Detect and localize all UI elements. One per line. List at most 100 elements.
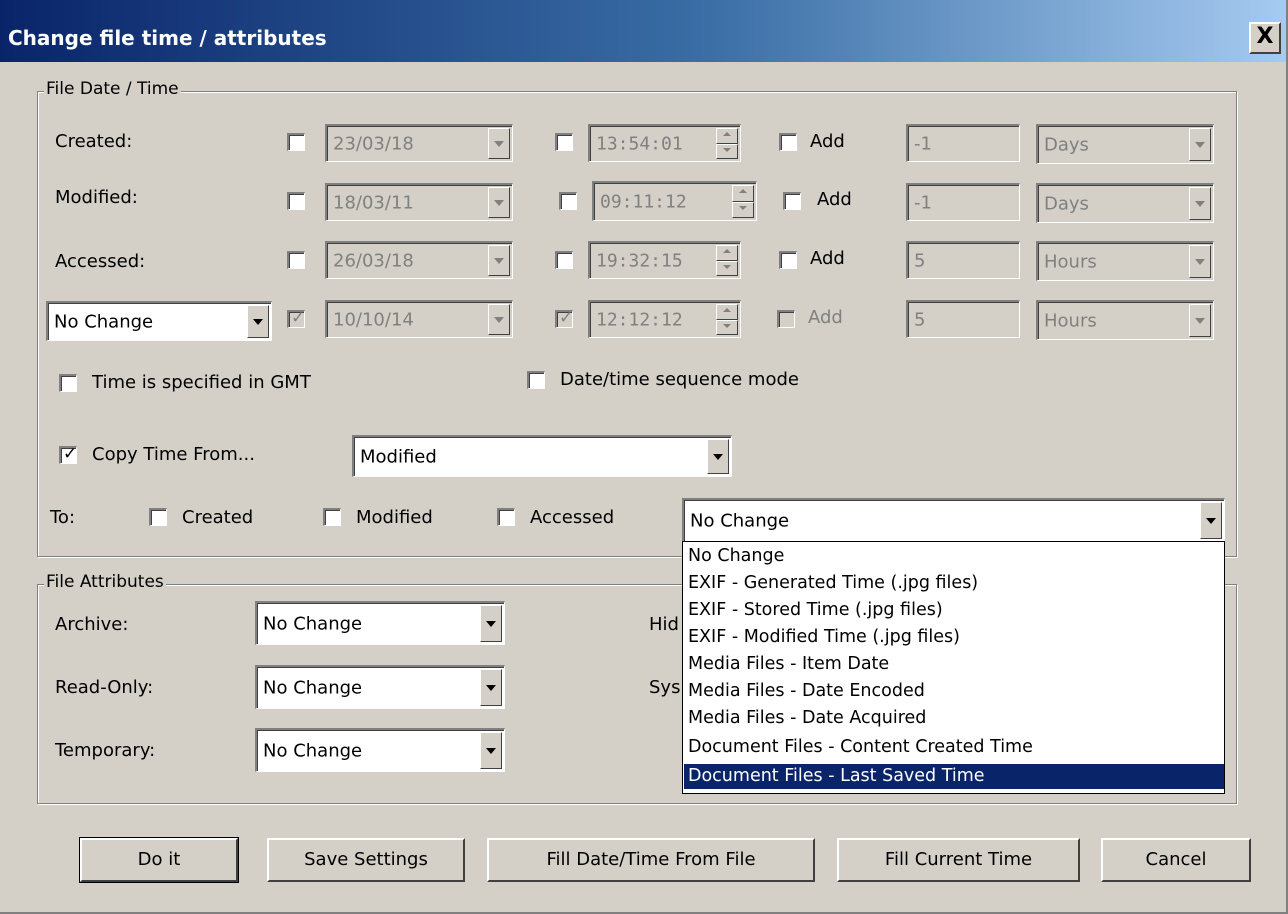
created-add-checkbox[interactable] [779,133,797,151]
extra-add-input[interactable]: 5 [906,300,1020,338]
sequence-mode-label: Date/time sequence mode [560,369,799,390]
to-created-label: Created [182,507,254,528]
chevron-down-icon [480,605,502,642]
modified-time-checkbox[interactable] [559,192,577,210]
accessed-date-checkbox[interactable] [287,251,305,269]
modified-label: Modified: [55,187,138,208]
chevron-down-icon [1200,502,1222,539]
spinner-icon [732,185,754,218]
time-source-dropdown-list: No Change EXIF - Generated Time (.jpg fi… [682,541,1225,794]
chevron-down-icon [1189,128,1211,161]
to-time-source-select[interactable]: No Change [682,498,1225,542]
accessed-unit-select[interactable]: Hours [1036,241,1214,281]
accessed-add-checkbox[interactable] [779,251,797,269]
chevron-down-icon [488,128,510,159]
temporary-select[interactable]: No Change [255,728,505,772]
chevron-down-icon [1189,304,1211,337]
gmt-checkbox[interactable] [59,374,77,392]
chevron-down-icon [488,187,510,218]
group-legend-attributes: File Attributes [44,572,166,592]
extra-date-picker[interactable]: 10/10/14 [325,300,513,338]
chevron-down-icon [488,304,510,335]
archive-select[interactable]: No Change [255,601,505,645]
dropdown-option[interactable]: Media Files - Date Encoded [684,679,1224,704]
copy-time-checkbox[interactable]: ✓ [59,444,77,464]
dropdown-option[interactable]: Media Files - Date Acquired [684,706,1224,731]
dropdown-option[interactable]: Document Files - Content Created Time [684,735,1224,760]
extra-add-checkbox[interactable] [777,310,795,328]
close-button[interactable]: X [1249,22,1281,54]
chevron-down-icon [707,439,729,474]
to-modified-checkbox[interactable] [323,508,341,526]
fill-from-file-label: Fill Date/Time From File [546,849,756,870]
accessed-label: Accessed: [55,251,146,272]
fill-current-time-button[interactable]: Fill Current Time [837,838,1080,882]
chevron-down-icon [1189,187,1211,220]
save-settings-label: Save Settings [304,849,428,870]
to-created-checkbox[interactable] [149,508,167,526]
fill-from-file-button[interactable]: Fill Date/Time From File [487,838,815,882]
to-accessed-checkbox[interactable] [497,508,515,526]
accessed-time-spinner[interactable]: 19:32:15 [588,241,741,279]
chevron-down-icon [1189,245,1211,278]
archive-label: Archive: [55,614,129,635]
readonly-label: Read-Only: [55,677,154,698]
sequence-mode-checkbox[interactable] [527,371,545,389]
modified-date-picker[interactable]: 18/03/11 [325,183,513,221]
dropdown-option[interactable]: EXIF - Modified Time (.jpg files) [684,625,1224,650]
spinner-icon [716,304,738,335]
accessed-time-checkbox[interactable] [555,251,573,269]
temporary-label: Temporary: [55,740,156,761]
gmt-label: Time is specified in GMT [92,372,311,393]
cancel-button[interactable]: Cancel [1101,838,1251,882]
dialog-window: Change file time / attributes X File Dat… [0,0,1288,914]
do-it-label: Do it [137,849,181,870]
created-add-label: Add [810,131,845,152]
extra-time-spinner[interactable]: 12:12:12 [588,300,741,338]
modified-date-checkbox[interactable] [287,192,305,210]
close-icon: X [1256,24,1274,49]
dropdown-option[interactable]: EXIF - Stored Time (.jpg files) [684,598,1224,623]
hidden-label: Hid [649,614,679,635]
accessed-add-input[interactable]: 5 [906,241,1020,279]
created-date-checkbox[interactable] [287,133,305,151]
modified-add-input[interactable]: -1 [906,183,1020,221]
dropdown-option[interactable]: No Change [684,544,1224,569]
do-it-button[interactable]: Do it [79,837,239,883]
copy-time-label: Copy Time From... [92,444,255,465]
fill-current-time-label: Fill Current Time [884,849,1033,870]
accessed-date-picker[interactable]: 26/03/18 [325,241,513,279]
created-date-picker[interactable]: 23/03/18 [325,124,513,162]
copy-from-select[interactable]: Modified [352,435,732,477]
modified-time-spinner[interactable]: 09:11:12 [592,181,757,221]
title-bar[interactable]: Change file time / attributes X [0,0,1286,62]
created-time-spinner[interactable]: 13:54:01 [588,124,741,162]
created-unit-select[interactable]: Days [1036,124,1214,164]
created-time-checkbox[interactable] [555,133,573,151]
dropdown-option-selected[interactable]: Document Files - Last Saved Time [684,764,1224,789]
created-add-input[interactable]: -1 [906,124,1020,162]
extra-date-checkbox[interactable]: ✓ [287,308,305,328]
dropdown-option[interactable]: EXIF - Generated Time (.jpg files) [684,571,1224,596]
spinner-icon [716,245,738,276]
modified-unit-select[interactable]: Days [1036,183,1214,223]
chevron-down-icon [480,732,502,769]
to-accessed-label: Accessed [530,507,615,528]
cancel-label: Cancel [1145,849,1207,870]
readonly-select[interactable]: No Change [255,665,505,709]
to-modified-label: Modified [356,507,433,528]
chevron-down-icon [488,245,510,276]
extra-time-checkbox[interactable]: ✓ [555,308,573,328]
modified-add-checkbox[interactable] [783,192,801,210]
accessed-add-label: Add [810,248,845,269]
dropdown-option[interactable]: Media Files - Item Date [684,652,1224,677]
system-label: Sys [649,677,681,698]
created-label: Created: [55,131,133,152]
extra-time-type-select[interactable]: No Change [46,301,272,341]
group-legend-date-time: File Date / Time [44,79,181,99]
modified-add-label: Add [817,189,852,210]
save-settings-button[interactable]: Save Settings [267,838,465,882]
extra-unit-select[interactable]: Hours [1036,300,1214,340]
extra-add-label: Add [808,307,843,328]
chevron-down-icon [480,669,502,706]
